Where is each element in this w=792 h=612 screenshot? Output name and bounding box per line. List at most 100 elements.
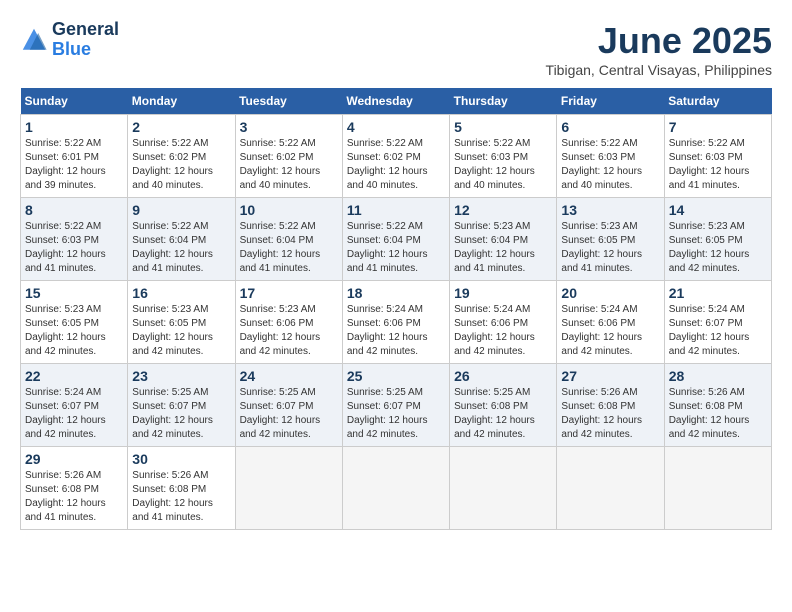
table-cell: 11 Sunrise: 5:22 AMSunset: 6:04 PMDayligh… [342,198,449,281]
header: General Blue June 2025 Tibigan, Central … [20,20,772,78]
table-cell: 18 Sunrise: 5:24 AMSunset: 6:06 PMDayligh… [342,281,449,364]
day-number: 11 [347,202,445,218]
table-cell [664,447,771,530]
day-info: Sunrise: 5:22 AMSunset: 6:01 PMDaylight:… [25,137,123,193]
table-cell: 25Sunrise: 5:25 AMSunset: 6:07 PMDayligh… [342,364,449,447]
table-cell: 3Sunrise: 5:22 AMSunset: 6:02 PMDaylight… [235,115,342,198]
header-friday: Friday [557,88,664,115]
day-number: 8 [25,202,123,218]
day-info: Sunrise: 5:23 AMSunset: 6:06 PMDaylight:… [240,303,338,359]
day-number: 18 [347,285,445,301]
day-info: Sunrise: 5:23 AMSunset: 6:05 PMDaylight:… [669,220,767,276]
day-number: 19 [454,285,552,301]
table-cell: 2 Sunrise: 5:22 AMSunset: 6:02 PMDaylight… [128,115,235,198]
logo-text: General Blue [52,20,119,60]
day-info: Sunrise: 5:22 AMSunset: 6:02 PMDaylight:… [132,137,230,193]
header-thursday: Thursday [450,88,557,115]
day-info: Sunrise: 5:23 AMSunset: 6:05 PMDaylight:… [561,220,659,276]
day-number: 9 [132,202,230,218]
table-cell [342,447,449,530]
day-info: Sunrise: 5:22 AMSunset: 6:02 PMDaylight:… [240,137,338,193]
calendar-row: 1 Sunrise: 5:22 AMSunset: 6:01 PMDaylight… [21,115,772,198]
day-number: 4 [347,119,445,135]
header-monday: Monday [128,88,235,115]
day-info: Sunrise: 5:23 AMSunset: 6:05 PMDaylight:… [25,303,123,359]
table-cell: 20 Sunrise: 5:24 AMSunset: 6:06 PMDayligh… [557,281,664,364]
table-cell: 13 Sunrise: 5:23 AMSunset: 6:05 PMDayligh… [557,198,664,281]
day-info: Sunrise: 5:25 AMSunset: 6:07 PMDaylight:… [132,386,230,442]
day-number: 1 [25,119,123,135]
table-cell: 27Sunrise: 5:26 AMSunset: 6:08 PMDayligh… [557,364,664,447]
table-cell: 29 Sunrise: 5:26 AMSunset: 6:08 PMDayligh… [21,447,128,530]
day-number: 14 [669,202,767,218]
location: Tibigan, Central Visayas, Philippines [546,62,772,78]
calendar-row: 8 Sunrise: 5:22 AMSunset: 6:03 PMDaylight… [21,198,772,281]
day-number: 12 [454,202,552,218]
day-info: Sunrise: 5:22 AMSunset: 6:02 PMDaylight:… [347,137,445,193]
day-info: Sunrise: 5:24 AMSunset: 6:06 PMDaylight:… [454,303,552,359]
day-info: Sunrise: 5:26 AMSunset: 6:08 PMDaylight:… [25,469,123,525]
day-info: Sunrise: 5:22 AMSunset: 6:03 PMDaylight:… [669,137,767,193]
day-number: 28 [669,368,767,384]
table-cell [450,447,557,530]
table-cell: 30Sunrise: 5:26 AMSunset: 6:08 PMDayligh… [128,447,235,530]
calendar-row: 15 Sunrise: 5:23 AMSunset: 6:05 PMDayligh… [21,281,772,364]
table-cell: 19 Sunrise: 5:24 AMSunset: 6:06 PMDayligh… [450,281,557,364]
weekday-header-row: Sunday Monday Tuesday Wednesday Thursday… [21,88,772,115]
header-wednesday: Wednesday [342,88,449,115]
day-info: Sunrise: 5:23 AMSunset: 6:04 PMDaylight:… [454,220,552,276]
header-saturday: Saturday [664,88,771,115]
day-number: 15 [25,285,123,301]
day-number: 23 [132,368,230,384]
table-cell: 6Sunrise: 5:22 AMSunset: 6:03 PMDaylight… [557,115,664,198]
day-info: Sunrise: 5:22 AMSunset: 6:04 PMDaylight:… [240,220,338,276]
day-info: Sunrise: 5:22 AMSunset: 6:04 PMDaylight:… [347,220,445,276]
table-cell: 15 Sunrise: 5:23 AMSunset: 6:05 PMDayligh… [21,281,128,364]
day-info: Sunrise: 5:26 AMSunset: 6:08 PMDaylight:… [132,469,230,525]
day-info: Sunrise: 5:24 AMSunset: 6:07 PMDaylight:… [25,386,123,442]
day-info: Sunrise: 5:25 AMSunset: 6:07 PMDaylight:… [240,386,338,442]
month-title: June 2025 [546,20,772,62]
table-cell: 16Sunrise: 5:23 AMSunset: 6:05 PMDayligh… [128,281,235,364]
table-cell [235,447,342,530]
calendar-table: Sunday Monday Tuesday Wednesday Thursday… [20,88,772,530]
day-number: 5 [454,119,552,135]
calendar-row: 29 Sunrise: 5:26 AMSunset: 6:08 PMDayligh… [21,447,772,530]
day-number: 26 [454,368,552,384]
day-info: Sunrise: 5:24 AMSunset: 6:06 PMDaylight:… [561,303,659,359]
table-cell: 10 Sunrise: 5:22 AMSunset: 6:04 PMDayligh… [235,198,342,281]
table-cell: 17Sunrise: 5:23 AMSunset: 6:06 PMDayligh… [235,281,342,364]
title-area: June 2025 Tibigan, Central Visayas, Phil… [546,20,772,78]
table-cell: 9 Sunrise: 5:22 AMSunset: 6:04 PMDaylight… [128,198,235,281]
day-info: Sunrise: 5:24 AMSunset: 6:06 PMDaylight:… [347,303,445,359]
day-number: 27 [561,368,659,384]
day-info: Sunrise: 5:23 AMSunset: 6:05 PMDaylight:… [132,303,230,359]
table-cell: 5 Sunrise: 5:22 AMSunset: 6:03 PMDaylight… [450,115,557,198]
table-cell: 21Sunrise: 5:24 AMSunset: 6:07 PMDayligh… [664,281,771,364]
day-info: Sunrise: 5:22 AMSunset: 6:03 PMDaylight:… [561,137,659,193]
day-number: 2 [132,119,230,135]
table-cell: 14 Sunrise: 5:23 AMSunset: 6:05 PMDayligh… [664,198,771,281]
table-cell [557,447,664,530]
table-cell: 26Sunrise: 5:25 AMSunset: 6:08 PMDayligh… [450,364,557,447]
day-info: Sunrise: 5:26 AMSunset: 6:08 PMDaylight:… [669,386,767,442]
day-number: 24 [240,368,338,384]
table-cell: 23 Sunrise: 5:25 AMSunset: 6:07 PMDayligh… [128,364,235,447]
calendar-row: 22 Sunrise: 5:24 AMSunset: 6:07 PMDayligh… [21,364,772,447]
day-number: 20 [561,285,659,301]
day-info: Sunrise: 5:22 AMSunset: 6:04 PMDaylight:… [132,220,230,276]
day-info: Sunrise: 5:22 AMSunset: 6:03 PMDaylight:… [25,220,123,276]
day-number: 10 [240,202,338,218]
day-info: Sunrise: 5:25 AMSunset: 6:07 PMDaylight:… [347,386,445,442]
table-cell: 4 Sunrise: 5:22 AMSunset: 6:02 PMDaylight… [342,115,449,198]
day-number: 29 [25,451,123,467]
table-cell: 8 Sunrise: 5:22 AMSunset: 6:03 PMDaylight… [21,198,128,281]
day-number: 13 [561,202,659,218]
day-number: 22 [25,368,123,384]
table-cell: 24 Sunrise: 5:25 AMSunset: 6:07 PMDayligh… [235,364,342,447]
day-info: Sunrise: 5:24 AMSunset: 6:07 PMDaylight:… [669,303,767,359]
table-cell: 12 Sunrise: 5:23 AMSunset: 6:04 PMDayligh… [450,198,557,281]
day-info: Sunrise: 5:22 AMSunset: 6:03 PMDaylight:… [454,137,552,193]
day-number: 7 [669,119,767,135]
table-cell: 22 Sunrise: 5:24 AMSunset: 6:07 PMDayligh… [21,364,128,447]
